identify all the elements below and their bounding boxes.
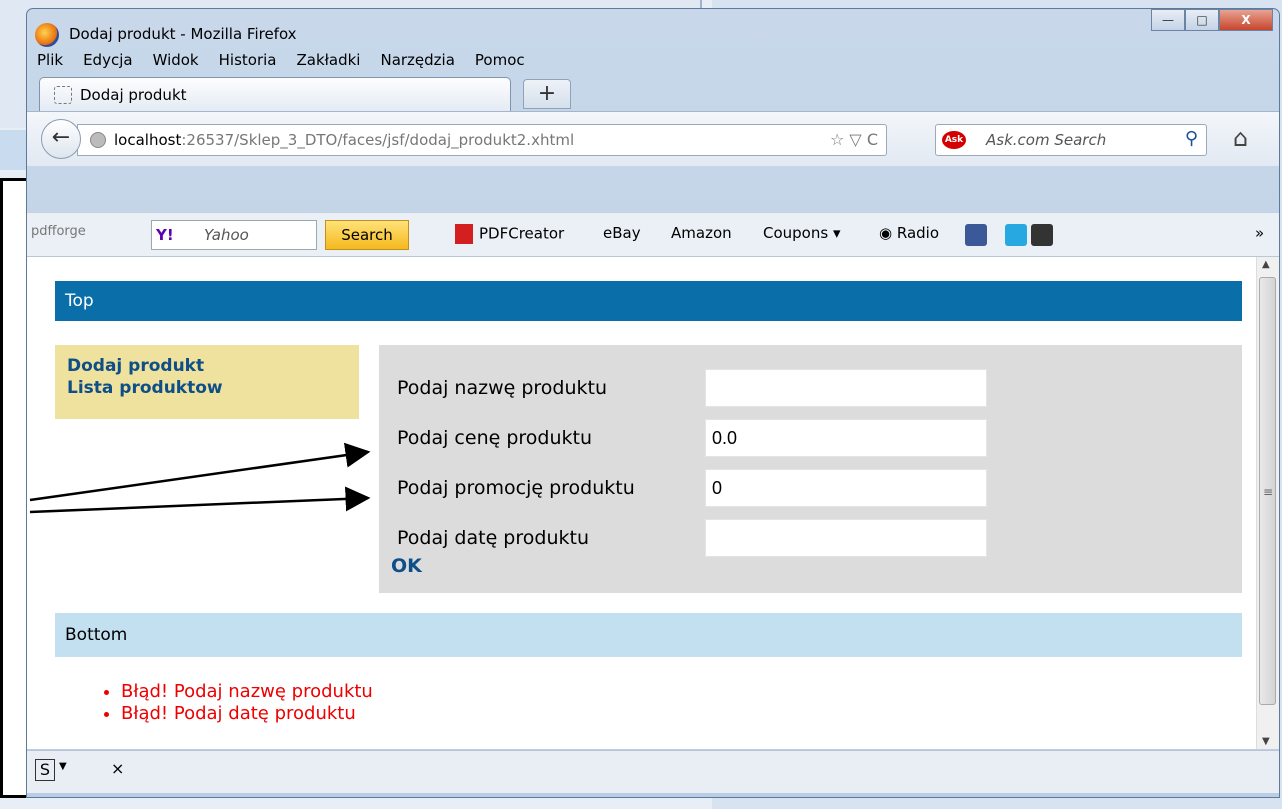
googleplus-icon[interactable] [1031, 224, 1053, 246]
amazon-link[interactable]: Amazon [671, 224, 732, 242]
facebook-square [965, 224, 987, 246]
yahoo-logo-icon: Y! [156, 226, 174, 244]
back-button[interactable]: ← [41, 119, 81, 159]
bottom-header: Bottom [55, 613, 1242, 657]
product-date-input[interactable] [705, 519, 987, 557]
radio-link[interactable]: ◉ Radio [879, 224, 939, 242]
page-icon [54, 86, 72, 104]
bookmarks-toolbar: pdfforge Y! Yahoo Search PDFCreator eBay… [27, 212, 1279, 257]
nav-link-dodaj-produkt[interactable]: Dodaj produkt [67, 355, 347, 377]
menu-bar: Plik Edycja Widok Historia Zakładki Narz… [33, 49, 529, 73]
yahoo-placeholder: Yahoo [204, 226, 249, 244]
url-host: localhost [114, 131, 182, 149]
window-title: Dodaj produkt - Mozilla Firefox [69, 25, 297, 43]
url-actions-icon[interactable]: ☆ ▽ C [830, 130, 878, 149]
twitter-icon[interactable] [1005, 224, 1027, 246]
url-bar[interactable]: localhost:26537/Sklep_3_DTO/faces/jsf/do… [77, 124, 887, 156]
tab-label: Dodaj produkt [80, 86, 187, 104]
close-icon[interactable]: × [111, 759, 124, 778]
field-label-date: Podaj datę produktu [397, 527, 589, 549]
search-placeholder: Ask.com Search [986, 131, 1107, 149]
navigation-bar: localhost:26537/Sklep_3_DTO/faces/jsf/do… [27, 111, 1279, 166]
error-list: Błąd! Podaj nazwę produktu Błąd! Podaj d… [105, 681, 373, 725]
field-label-price: Podaj cenę produktu [397, 427, 593, 449]
maximize-button[interactable]: □ [1185, 9, 1219, 31]
amazon-label: Amazon [671, 224, 732, 242]
tab-strip: Dodaj produkt + [27, 75, 1279, 111]
error-message: Błąd! Podaj nazwę produktu [121, 681, 373, 703]
coupons-label: Coupons [763, 224, 829, 242]
ebay-link[interactable]: eBay [603, 224, 641, 242]
minimize-button[interactable]: — [1151, 9, 1185, 31]
sidebar-s-icon[interactable]: S [35, 759, 55, 781]
firefox-logo-icon [35, 23, 59, 47]
pdf-icon [455, 224, 473, 244]
product-promo-input[interactable] [705, 469, 987, 507]
menu-edycja[interactable]: Edycja [79, 49, 136, 73]
menu-narzedzia[interactable]: Narzędzia [376, 49, 458, 73]
ask-logo-icon[interactable]: Ask [942, 131, 966, 149]
close-button[interactable]: X [1219, 9, 1273, 31]
globe-icon [90, 132, 106, 148]
url-path: :26537/Sklep_3_DTO/faces/jsf/dodaj_produ… [181, 131, 575, 149]
tab-dodaj-produkt[interactable]: Dodaj produkt [39, 77, 511, 111]
radio-label: Radio [896, 224, 940, 242]
pdfcreator-label: PDFCreator [479, 224, 565, 243]
scroll-down-icon[interactable]: ▼ [1262, 736, 1270, 747]
search-input[interactable]: Ask Ask.com Search ⚲ [935, 124, 1207, 156]
menu-historia[interactable]: Historia [215, 49, 281, 73]
yahoo-search-input[interactable]: Y! Yahoo [151, 220, 317, 250]
menu-plik[interactable]: Plik [33, 49, 67, 73]
dropdown-icon[interactable]: ▼ [59, 761, 67, 772]
menu-pomoc[interactable]: Pomoc [471, 49, 529, 73]
scroll-grip-icon: ≡ [1263, 485, 1274, 499]
scroll-up-icon[interactable]: ▲ [1262, 259, 1270, 270]
vertical-scrollbar[interactable]: ▲ ≡ ▼ [1256, 257, 1279, 749]
yahoo-search-button[interactable]: Search [325, 220, 409, 250]
menu-zakladki[interactable]: Zakładki [292, 49, 364, 73]
home-button[interactable]: ⌂ [1233, 124, 1248, 152]
field-label-promo: Podaj promocję produktu [397, 477, 635, 499]
page-viewport: Top Dodaj produkt Lista produktow Podaj … [27, 256, 1279, 749]
pdfforge-logo[interactable]: pdfforge [31, 224, 86, 239]
twitter-square [1005, 224, 1027, 246]
top-header: Top [55, 281, 1242, 321]
ebay-label: eBay [603, 224, 641, 242]
facebook-icon[interactable] [965, 224, 987, 246]
coupons-link[interactable]: Coupons ▾ [763, 224, 841, 242]
url-text: localhost:26537/Sklep_3_DTO/faces/jsf/do… [114, 131, 574, 149]
googleplus-square [1031, 224, 1053, 246]
left-nav: Dodaj produkt Lista produktow [55, 345, 359, 419]
product-name-input[interactable] [705, 369, 987, 407]
menu-widok[interactable]: Widok [149, 49, 203, 73]
field-label-name: Podaj nazwę produktu [397, 377, 608, 399]
error-message: Błąd! Podaj datę produktu [121, 703, 373, 725]
ok-button[interactable]: OK [391, 555, 422, 577]
product-price-input[interactable] [705, 419, 987, 457]
status-bar: S ▼ × [27, 750, 1279, 793]
window-controls: — □ X [1151, 9, 1273, 31]
product-form: Podaj nazwę produktu Podaj cenę produktu… [379, 345, 1242, 593]
search-icon[interactable]: ⚲ [1185, 128, 1198, 149]
nav-link-lista-produktow[interactable]: Lista produktow [67, 377, 347, 399]
toolbar-overflow-icon[interactable]: » [1255, 224, 1264, 242]
new-tab-button[interactable]: + [523, 79, 571, 109]
pdfcreator-link[interactable]: PDFCreator [455, 224, 564, 244]
